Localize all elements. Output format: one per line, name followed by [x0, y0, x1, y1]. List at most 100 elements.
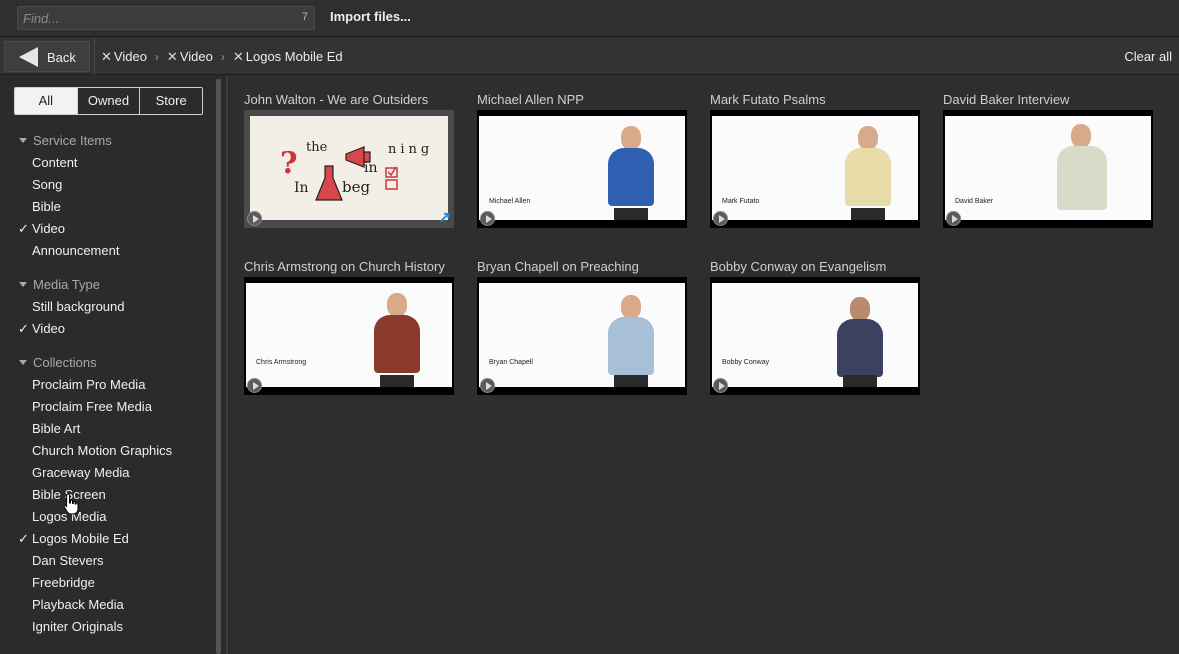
- media-tile-michael-allen[interactable]: Michael Allen NPP Michael Allen: [477, 92, 687, 228]
- media-tile-david-baker[interactable]: David Baker Interview David Baker: [943, 92, 1153, 228]
- play-icon[interactable]: [713, 378, 728, 393]
- person-torso: [845, 148, 891, 206]
- triangle-down-icon: [19, 282, 27, 287]
- speaker-caption: Chris Armstrong: [256, 359, 307, 366]
- tile-title: John Walton - We are Outsiders: [244, 92, 429, 107]
- sidebar-scrollbar[interactable]: [216, 79, 221, 654]
- play-icon[interactable]: [247, 211, 262, 226]
- tab-store[interactable]: Store: [140, 88, 202, 114]
- hand-cursor-icon: [63, 493, 79, 515]
- doodle-the: the: [306, 140, 328, 155]
- thumbnail-image: Chris Armstrong: [246, 283, 452, 387]
- thumbnail[interactable]: Mark Futato: [710, 110, 920, 228]
- speaker-caption: Bobby Conway: [722, 359, 770, 366]
- collection-dan-stevers[interactable]: Dan Stevers: [32, 553, 104, 568]
- back-button[interactable]: Back: [4, 41, 90, 72]
- collection-proclaim-pro-media[interactable]: Proclaim Pro Media: [32, 377, 145, 392]
- tile-title: Bobby Conway on Evangelism: [710, 259, 887, 274]
- person-torso: [1057, 146, 1107, 210]
- collection-logos-mobile-ed[interactable]: Logos Mobile Ed: [32, 531, 129, 546]
- crumb-video-1[interactable]: ✕ Video: [101, 49, 147, 65]
- filter-still-background[interactable]: Still background: [32, 299, 125, 314]
- thumbnail-image: Bryan Chapell: [479, 283, 685, 387]
- thumbnail[interactable]: Chris Armstrong: [244, 277, 454, 395]
- person-head: [858, 126, 878, 150]
- collection-proclaim-free-media[interactable]: Proclaim Free Media: [32, 399, 152, 414]
- doodle-ning: ning: [388, 142, 434, 157]
- tile-title: Michael Allen NPP: [477, 92, 584, 107]
- find-box[interactable]: 7: [17, 6, 315, 30]
- speaker-caption: Bryan Chapell: [489, 359, 533, 366]
- thumbnail-image: ? the In beg in ning: [250, 116, 448, 220]
- person-head: [621, 295, 641, 319]
- person-torso: [608, 317, 654, 375]
- collection-bible-art[interactable]: Bible Art: [32, 421, 80, 436]
- crumb-video-2[interactable]: ✕ Video: [167, 49, 213, 65]
- person-head: [621, 126, 641, 150]
- collection-igniter-originals[interactable]: Igniter Originals: [32, 619, 123, 634]
- collection-church-motion-graphics[interactable]: Church Motion Graphics: [32, 443, 172, 458]
- thumbnail[interactable]: Michael Allen: [477, 110, 687, 228]
- media-tile-john-walton[interactable]: John Walton - We are Outsiders ? the In …: [244, 92, 454, 228]
- import-files-button[interactable]: Import files...: [330, 9, 411, 24]
- back-label: Back: [47, 50, 76, 65]
- media-tile-mark-futato[interactable]: Mark Futato Psalms Mark Futato: [710, 92, 920, 228]
- filter-video[interactable]: Video: [32, 221, 65, 236]
- group-service-items[interactable]: Service Items: [19, 133, 112, 148]
- thumbnail[interactable]: ? the In beg in ning ↗: [244, 110, 454, 228]
- filter-content[interactable]: Content: [32, 155, 78, 170]
- close-icon[interactable]: ✕: [233, 49, 244, 65]
- thumbnail-image: Michael Allen: [479, 116, 685, 220]
- close-icon[interactable]: ✕: [101, 49, 112, 65]
- crumb-logos-mobile-ed[interactable]: ✕ Logos Mobile Ed: [233, 49, 343, 65]
- clear-all-button[interactable]: Clear all: [1124, 49, 1172, 64]
- thumbnail[interactable]: Bryan Chapell: [477, 277, 687, 395]
- play-icon[interactable]: [946, 211, 961, 226]
- check-icon: ✓: [18, 321, 29, 336]
- filter-media-video[interactable]: Video: [32, 321, 65, 336]
- filter-sidebar: All Owned Store Service Items Content So…: [0, 76, 228, 654]
- person-head: [850, 297, 870, 321]
- collection-freebridge[interactable]: Freebridge: [32, 575, 95, 590]
- filter-announcement[interactable]: Announcement: [32, 243, 119, 258]
- media-tile-bobby-conway[interactable]: Bobby Conway on Evangelism Bobby Conway: [710, 259, 920, 395]
- close-icon[interactable]: ✕: [167, 49, 178, 65]
- group-media-type[interactable]: Media Type: [19, 277, 100, 292]
- media-tile-bryan-chapell[interactable]: Bryan Chapell on Preaching Bryan Chapell: [477, 259, 687, 395]
- find-input[interactable]: [18, 7, 288, 29]
- thumbnail-image: David Baker: [945, 116, 1151, 220]
- group-collections[interactable]: Collections: [19, 355, 97, 370]
- filter-bible[interactable]: Bible: [32, 199, 61, 214]
- play-icon[interactable]: [480, 211, 495, 226]
- nav-bar: Back ✕ Video › ✕ Video › ✕ Logos Mobile Ed …: [0, 38, 1179, 75]
- external-link-arrow-icon[interactable]: ↗: [438, 208, 451, 226]
- find-result-count: 7: [301, 11, 308, 23]
- speaker-caption: Mark Futato: [722, 198, 760, 205]
- thumbnail[interactable]: David Baker: [943, 110, 1153, 228]
- thumbnail-image: Bobby Conway: [712, 283, 918, 387]
- doodle-beg: beg: [342, 178, 371, 196]
- chevron-right-icon: ›: [220, 49, 225, 64]
- play-icon[interactable]: [713, 211, 728, 226]
- person-head: [387, 293, 407, 317]
- person-pants: [851, 208, 885, 220]
- collection-graceway-media[interactable]: Graceway Media: [32, 465, 130, 480]
- breadcrumb: ✕ Video › ✕ Video › ✕ Logos Mobile Ed: [94, 38, 343, 75]
- tab-owned[interactable]: Owned: [78, 88, 141, 114]
- play-icon[interactable]: [480, 378, 495, 393]
- tab-all[interactable]: All: [15, 88, 78, 114]
- filter-song[interactable]: Song: [32, 177, 62, 192]
- person-pants: [614, 208, 648, 220]
- ownership-filter: All Owned Store: [14, 87, 203, 115]
- play-icon[interactable]: [247, 378, 262, 393]
- media-tile-chris-armstrong[interactable]: Chris Armstrong on Church History Chris …: [244, 259, 454, 395]
- triangle-down-icon: [19, 360, 27, 365]
- tile-title: Bryan Chapell on Preaching: [477, 259, 639, 274]
- check-icon: ✓: [18, 221, 29, 236]
- tile-title: Chris Armstrong on Church History: [244, 259, 445, 274]
- collection-playback-media[interactable]: Playback Media: [32, 597, 124, 612]
- thumbnail[interactable]: Bobby Conway: [710, 277, 920, 395]
- megaphone-icon: [345, 146, 371, 168]
- flask-icon: [315, 165, 343, 201]
- media-grid: John Walton - We are Outsiders ? the In …: [230, 76, 1179, 654]
